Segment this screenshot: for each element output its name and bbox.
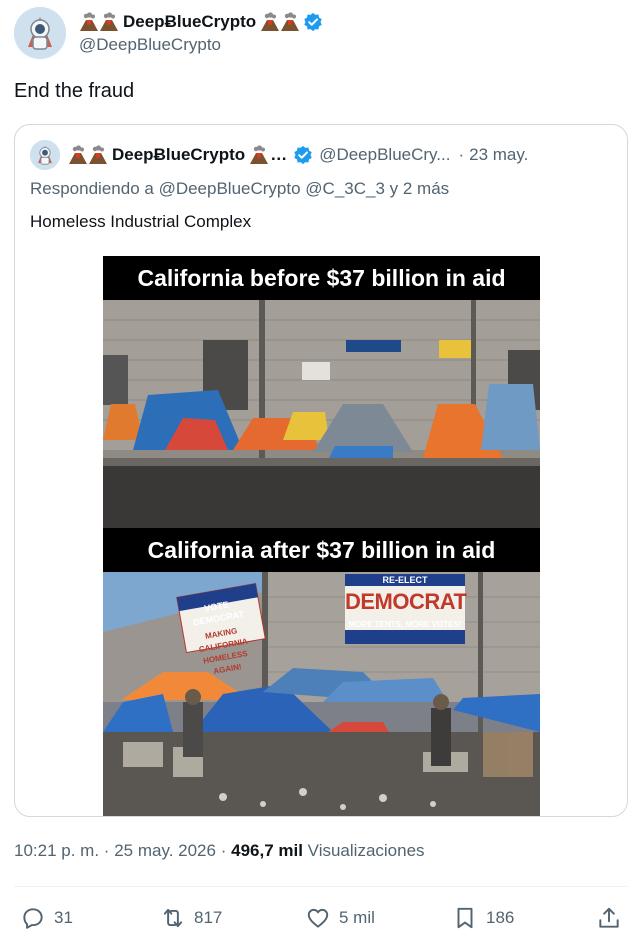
volcano-icon (79, 12, 99, 32)
reply-icon (23, 908, 43, 929)
separator-dot: · (103, 841, 110, 860)
separator-dot: · (458, 145, 465, 164)
replying-to: Respondiendo a @DeepBlueCrypto @C_3C_3 y… (30, 179, 449, 199)
tweet-date[interactable]: 25 may. 2026 (114, 841, 216, 860)
reply-button[interactable]: 31 (20, 900, 73, 936)
volcano-icon (260, 12, 280, 32)
view-count-label: Visualizaciones (307, 841, 425, 860)
author-display-name[interactable]: DeepɃlueCrypto (123, 12, 256, 32)
quoted-handle[interactable]: @DeepBlueCry... (319, 145, 450, 165)
verified-badge-icon[interactable] (303, 12, 323, 32)
quoted-author-avatar[interactable] (30, 140, 60, 170)
view-count: 496,7 mil (231, 841, 303, 860)
volcano-icon (88, 145, 108, 165)
replying-to-mentions[interactable]: @DeepBlueCrypto @C_3C_3 y 2 más (159, 179, 450, 198)
quoted-name-ellipsis: … (270, 145, 288, 164)
photo-before (103, 300, 540, 528)
tweet-author: DeepɃlueCrypto @DeepBlueCrypto (14, 6, 323, 60)
quoted-text: Homeless Industrial Complex (30, 212, 252, 231)
repost-button[interactable]: 817 (160, 900, 222, 936)
author-avatar[interactable] (14, 7, 66, 59)
quoted-display-name[interactable]: DeepɃlueCrypto (112, 145, 245, 165)
bookmark-count: 186 (486, 908, 515, 927)
like-icon (307, 908, 329, 928)
tweet-time[interactable]: 10:21 p. m. (14, 841, 99, 860)
bookmark-button[interactable]: 186 (452, 900, 514, 936)
media-caption-bottom: California after $37 billion in aid (103, 528, 540, 572)
volcano-icon (68, 145, 88, 165)
sign-right-line-1: RE-ELECT (382, 575, 428, 585)
like-button[interactable]: 5 mil (305, 900, 375, 936)
media-caption-top: California before $37 billion in aid (103, 256, 540, 300)
astronaut-avatar-image (14, 7, 66, 59)
volcano-icon (280, 12, 300, 32)
tweet-text: End the fraud (14, 80, 135, 102)
share-button[interactable] (596, 900, 622, 936)
like-count: 5 mil (339, 908, 375, 927)
action-bar: 31 817 5 mil 186 (14, 900, 628, 936)
separator-dot: · (220, 841, 227, 860)
volcano-icon (99, 12, 119, 32)
repost-icon (163, 908, 183, 928)
quoted-tweet[interactable]: DeepɃlueCrypto … @DeepBlueCry... · 23 ma… (14, 124, 628, 817)
share-icon (599, 907, 619, 928)
volcano-icon (249, 145, 269, 165)
quoted-media-image[interactable]: California before $37 billion in aid Cal… (103, 256, 540, 816)
photo-after: VOTE DEMOCRAT MAKING CALIFORNIA HOMELESS… (103, 572, 540, 816)
tweet-meta: 10:21 p. m. · 25 may. 2026 · 496,7 mil V… (14, 841, 425, 861)
reply-count: 31 (54, 908, 73, 927)
bookmark-icon (457, 907, 473, 929)
replying-to-prefix: Respondiendo a (30, 179, 154, 198)
verified-badge-icon[interactable] (293, 145, 313, 165)
divider (14, 886, 628, 887)
quoted-date[interactable]: 23 may. (469, 145, 528, 165)
sign-right-line-2: DEMOCRAT (345, 589, 467, 614)
repost-count: 817 (194, 908, 223, 927)
astronaut-avatar-image (30, 140, 60, 170)
sign-right-line-3: MORE TENTS, MORE VOTES! (348, 620, 462, 629)
author-handle[interactable]: @DeepBlueCrypto (79, 34, 323, 56)
